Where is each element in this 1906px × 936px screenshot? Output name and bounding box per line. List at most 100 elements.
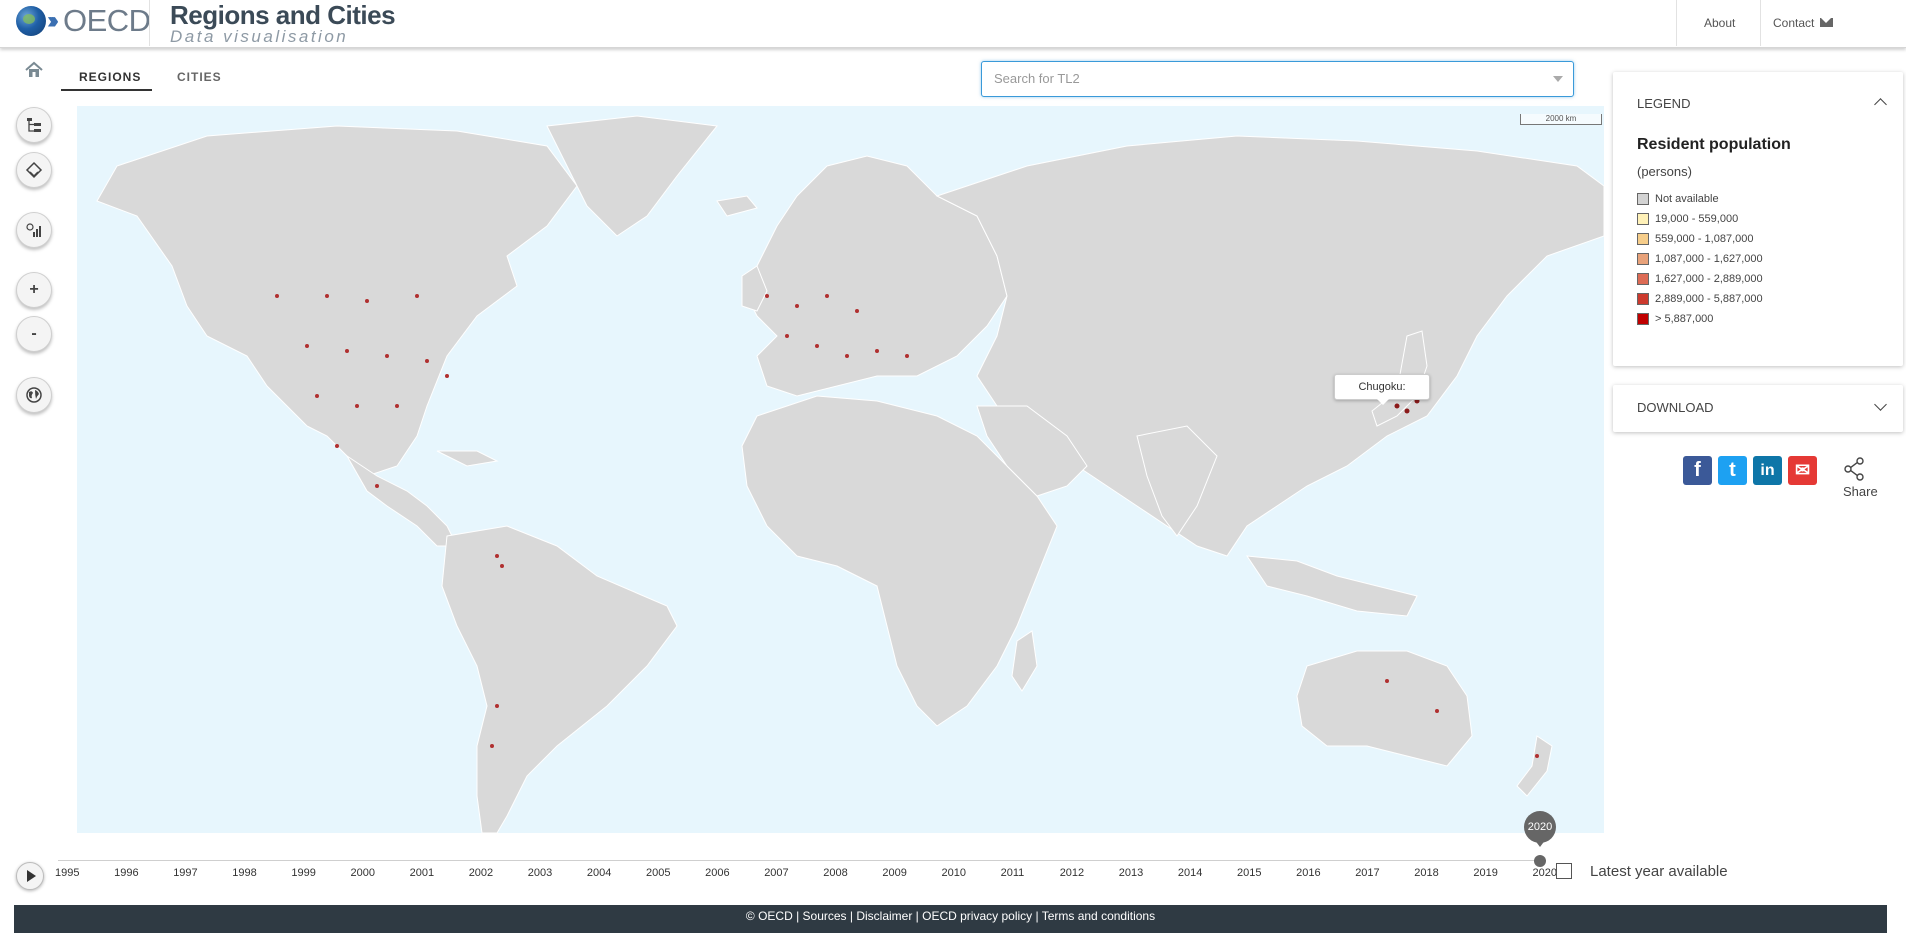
timeline-year[interactable]: 1996: [114, 867, 138, 879]
region-marker[interactable]: [1394, 403, 1400, 409]
timeline-year[interactable]: 2016: [1296, 867, 1320, 879]
app-title-block: Regions and Cities Data visualisation: [170, 0, 396, 45]
tab-cities[interactable]: CITIES: [177, 70, 222, 84]
region-marker[interactable]: [795, 304, 799, 308]
timeline-year[interactable]: 2002: [469, 867, 493, 879]
zoom-in-button[interactable]: +: [16, 272, 52, 308]
about-link[interactable]: About: [1704, 16, 1735, 30]
timeline-year[interactable]: 2018: [1414, 867, 1438, 879]
south-america: [441, 525, 678, 833]
region-marker[interactable]: [495, 554, 499, 558]
region-marker[interactable]: [1535, 754, 1539, 758]
region-marker[interactable]: [785, 334, 789, 338]
region-marker[interactable]: [375, 484, 379, 488]
region-marker[interactable]: [335, 444, 339, 448]
share-icon[interactable]: [1842, 456, 1868, 482]
latest-year-checkbox[interactable]: [1556, 863, 1572, 879]
region-marker[interactable]: [765, 294, 769, 298]
timeline-year[interactable]: 2008: [823, 867, 847, 879]
timeline-handle[interactable]: [1534, 855, 1546, 867]
oecd-logo[interactable]: ››› OECD: [16, 3, 151, 39]
region-marker[interactable]: [395, 404, 399, 408]
region-marker[interactable]: [415, 294, 419, 298]
timeline-year[interactable]: 2019: [1473, 867, 1497, 879]
world-map[interactable]: 2000 km: [77, 106, 1604, 833]
region-marker[interactable]: [495, 704, 499, 708]
timeline-year[interactable]: 2004: [587, 867, 611, 879]
timeline-year[interactable]: 2000: [351, 867, 375, 879]
region-marker[interactable]: [305, 344, 309, 348]
region-marker[interactable]: [825, 294, 829, 298]
timeline-year[interactable]: 2001: [410, 867, 434, 879]
timeline-year[interactable]: 2020: [1533, 867, 1557, 879]
timeline-year[interactable]: 1995: [55, 867, 79, 879]
plus-icon: +: [29, 281, 39, 298]
region-marker[interactable]: [1385, 679, 1389, 683]
region-marker[interactable]: [490, 744, 494, 748]
region-marker[interactable]: [425, 359, 429, 363]
timeline-track[interactable]: [58, 860, 1540, 861]
timeline-year[interactable]: 2012: [1060, 867, 1084, 879]
timeline-year[interactable]: 2010: [942, 867, 966, 879]
timeline-year[interactable]: 2011: [1001, 867, 1025, 879]
timeline-year[interactable]: 1999: [291, 867, 315, 879]
email-icon[interactable]: ✉: [1788, 456, 1817, 485]
latest-year-label[interactable]: Latest year available: [1590, 863, 1728, 880]
chevron-down-icon[interactable]: [1553, 76, 1563, 82]
region-marker[interactable]: [355, 404, 359, 408]
timeline-year[interactable]: 1997: [173, 867, 197, 879]
legend-swatch: [1637, 273, 1649, 285]
tree-tool-button[interactable]: [16, 107, 52, 143]
download-header[interactable]: DOWNLOAD: [1637, 400, 1714, 415]
north-america: [96, 125, 578, 477]
region-marker[interactable]: [275, 294, 279, 298]
region-marker[interactable]: [845, 354, 849, 358]
region-marker[interactable]: [875, 349, 879, 353]
chart-tool-button[interactable]: [16, 212, 52, 248]
footer: © OECD | Sources | Disclaimer | OECD pri…: [14, 905, 1887, 933]
timeline-year[interactable]: 2017: [1355, 867, 1379, 879]
download-panel[interactable]: DOWNLOAD: [1613, 385, 1903, 432]
timeline-year[interactable]: 2007: [764, 867, 788, 879]
search-input[interactable]: [992, 70, 1536, 87]
home-icon[interactable]: [24, 60, 44, 80]
region-marker[interactable]: [815, 344, 819, 348]
region-marker[interactable]: [365, 299, 369, 303]
timeline-year[interactable]: 2014: [1178, 867, 1202, 879]
legend-header[interactable]: LEGEND: [1637, 96, 1690, 111]
facebook-icon[interactable]: f: [1683, 456, 1712, 485]
header-divider: [149, 0, 150, 46]
timeline-year[interactable]: 2006: [705, 867, 729, 879]
region-search[interactable]: [981, 61, 1574, 97]
play-button[interactable]: [16, 862, 44, 890]
timeline-year[interactable]: 2015: [1237, 867, 1261, 879]
linkedin-icon[interactable]: in: [1753, 456, 1782, 485]
timeline-year[interactable]: 2005: [646, 867, 670, 879]
region-marker[interactable]: [325, 294, 329, 298]
zoom-out-button[interactable]: -: [16, 316, 52, 352]
timeline-year[interactable]: 1998: [232, 867, 256, 879]
region-marker[interactable]: [385, 354, 389, 358]
region-marker[interactable]: [315, 394, 319, 398]
region-marker[interactable]: [445, 374, 449, 378]
region-marker[interactable]: [855, 309, 859, 313]
legend-swatch: [1637, 313, 1649, 325]
contact-link[interactable]: Contact: [1773, 16, 1834, 30]
tab-regions[interactable]: REGIONS: [79, 70, 141, 84]
region-marker[interactable]: [500, 564, 504, 568]
timeline-year[interactable]: 2003: [528, 867, 552, 879]
region-marker[interactable]: [345, 349, 349, 353]
region-marker[interactable]: [905, 354, 909, 358]
timeline-year[interactable]: 2009: [882, 867, 906, 879]
chevron-up-icon[interactable]: [1874, 98, 1887, 111]
legend-swatch: [1637, 233, 1649, 245]
region-marker[interactable]: [1435, 709, 1439, 713]
region-marker[interactable]: [1404, 408, 1410, 414]
share-label[interactable]: Share: [1843, 484, 1878, 499]
world-map-canvas[interactable]: [77, 106, 1604, 833]
twitter-icon[interactable]: t: [1718, 456, 1747, 485]
layers-tool-button[interactable]: [16, 152, 52, 188]
chevron-down-icon[interactable]: [1874, 398, 1887, 411]
timeline-year[interactable]: 2013: [1119, 867, 1143, 879]
world-view-button[interactable]: [16, 377, 52, 413]
